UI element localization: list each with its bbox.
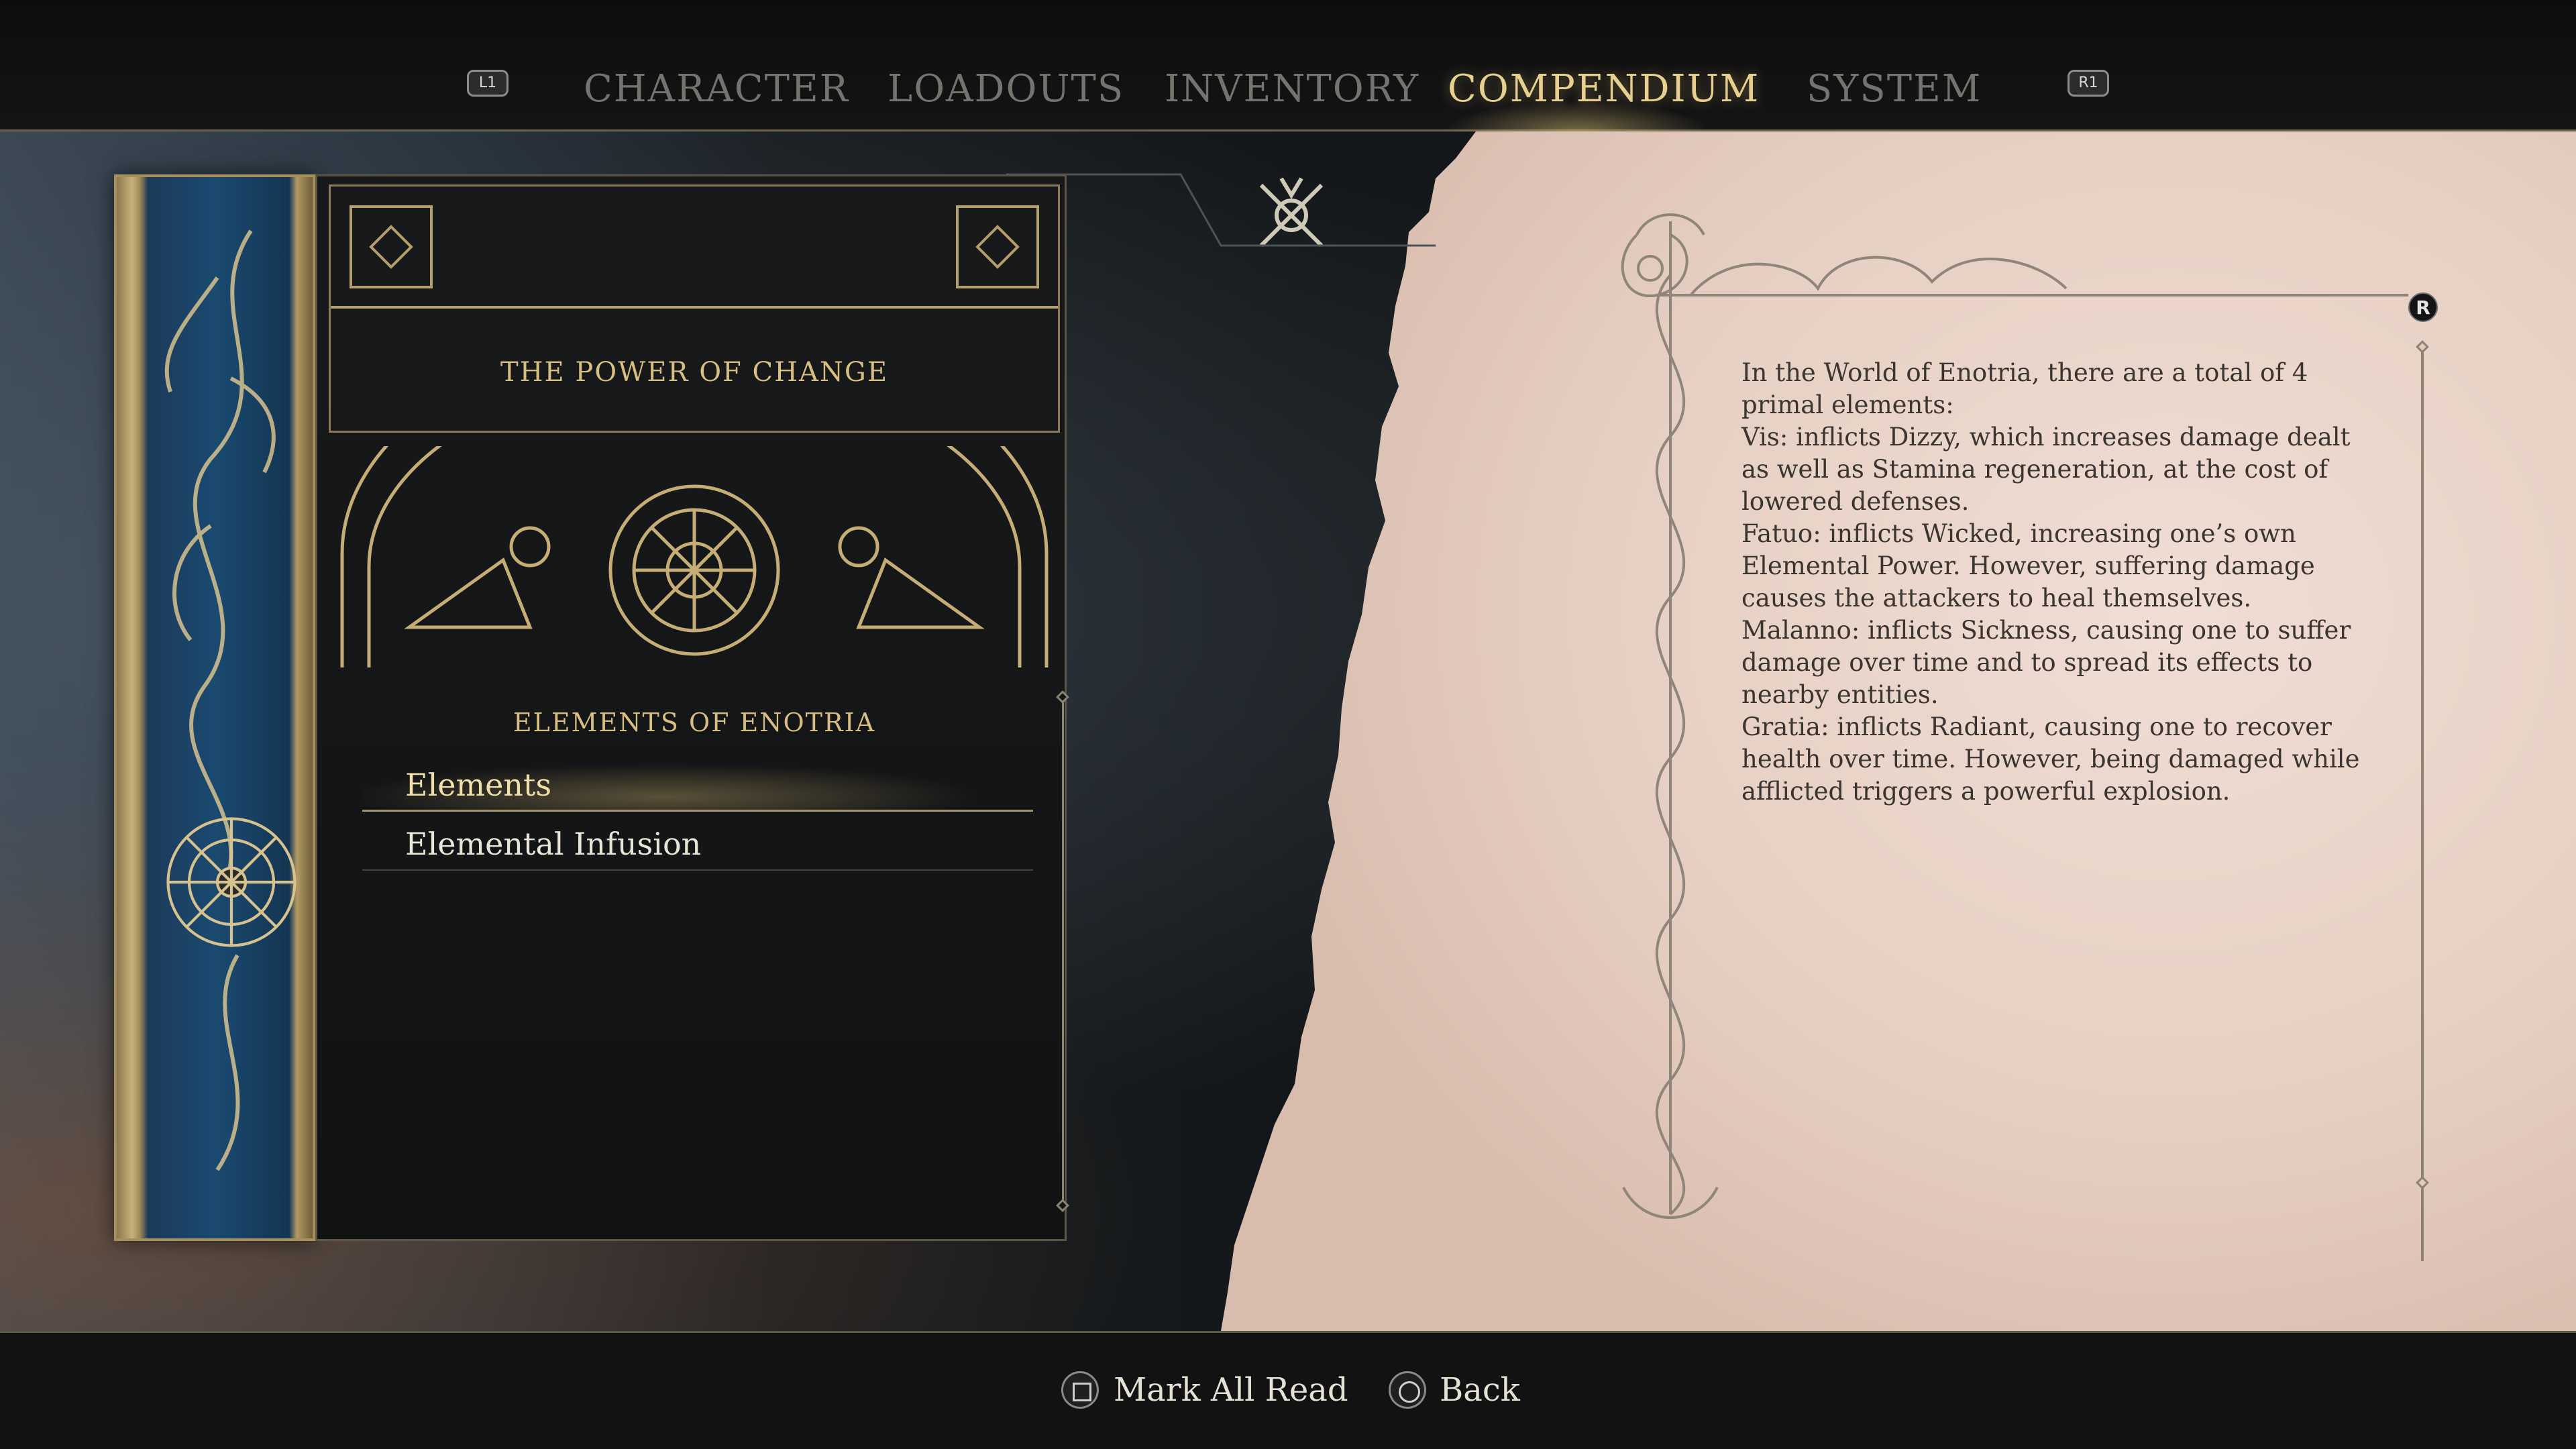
tab-system[interactable]: SYSTEM	[1807, 66, 1982, 113]
tab-compendium[interactable]: COMPENDIUM	[1448, 66, 1760, 113]
tab-loadouts[interactable]: LOADOUTS	[888, 66, 1124, 113]
page-vine-border	[1622, 213, 1719, 1219]
mark-all-read-button[interactable]: Mark All Read	[1114, 1370, 1348, 1410]
square-button-icon[interactable]	[1061, 1371, 1099, 1409]
spine-medallion-icon	[166, 817, 297, 947]
book-title: THE POWER OF CHANGE	[500, 357, 889, 388]
back-button[interactable]: Back	[1440, 1370, 1520, 1410]
arch-ornament	[340, 446, 1049, 667]
tab-character[interactable]: CHARACTER	[584, 66, 849, 113]
lore-description: In the World of Enotria, there are a tot…	[1741, 358, 2360, 806]
lore-scrollbar[interactable]	[2421, 342, 2424, 1261]
circle-button-icon[interactable]	[1389, 1371, 1426, 1409]
list-item-elemental-infusion[interactable]: Elemental Infusion	[362, 817, 1033, 871]
section-title: ELEMENTS OF ENOTRIA	[513, 708, 876, 737]
r1-button-hint[interactable]: R1	[2068, 70, 2109, 97]
spine-vine-ornament	[164, 229, 276, 1171]
l1-button-hint[interactable]: L1	[467, 70, 508, 97]
tab-inventory[interactable]: INVENTORY	[1165, 66, 1419, 113]
book-spine	[114, 174, 315, 1241]
r-stick-scroll-hint[interactable]: R	[2408, 292, 2438, 322]
header-frame-ornament	[1006, 173, 1436, 247]
book-header-frame	[329, 184, 1060, 433]
header-corner-ornaments	[331, 205, 1058, 309]
list-scrollbar[interactable]	[1062, 698, 1064, 1208]
list-item-elements[interactable]: Elements	[362, 758, 1033, 812]
